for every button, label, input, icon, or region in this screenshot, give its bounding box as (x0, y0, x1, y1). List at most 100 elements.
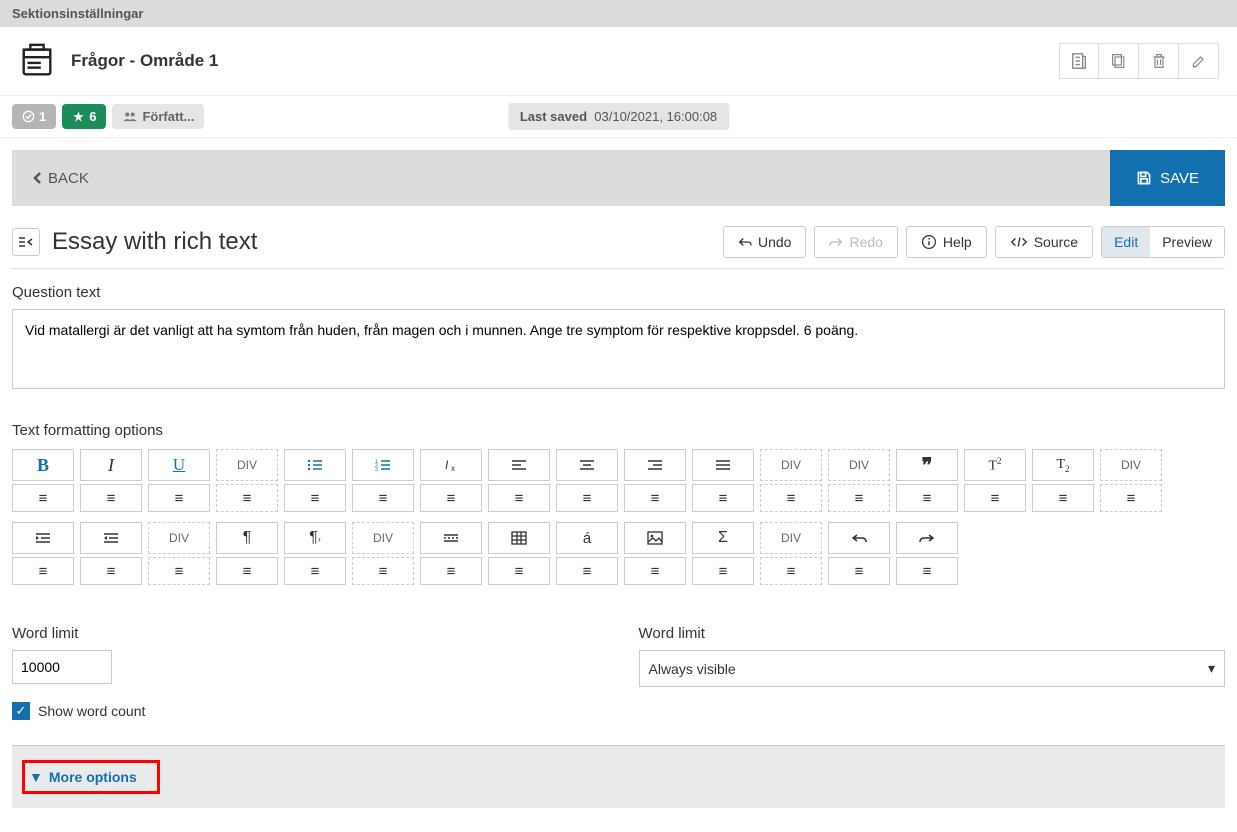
history-button[interactable] (1059, 43, 1099, 79)
accent-drag[interactable] (556, 557, 618, 585)
redo2-drag[interactable] (896, 557, 958, 585)
help-button[interactable]: Help (906, 226, 987, 258)
div-drag-3[interactable] (828, 484, 890, 512)
quote-drag[interactable] (896, 484, 958, 512)
div-button-5[interactable]: DIV (148, 522, 210, 554)
undo2-drag[interactable] (828, 557, 890, 585)
clear-drag[interactable] (420, 484, 482, 512)
align-center-button[interactable] (556, 449, 618, 481)
italic-drag[interactable] (80, 484, 142, 512)
align-justify-button[interactable] (692, 449, 754, 481)
title-row: Frågor - Område 1 (0, 27, 1237, 96)
ltr-button[interactable]: ¶ (216, 522, 278, 554)
preview-tab[interactable]: Preview (1150, 227, 1224, 257)
div-button-3[interactable]: DIV (828, 449, 890, 481)
chevron-down-icon: ▾ (1208, 660, 1215, 677)
edit-button[interactable] (1179, 43, 1219, 79)
page-drag[interactable] (420, 557, 482, 585)
collapse-button[interactable] (12, 228, 40, 256)
outdent-drag[interactable] (80, 557, 142, 585)
pagebreak-button[interactable] (420, 522, 482, 554)
info-icon (921, 234, 937, 250)
back-save-bar: BACK SAVE (12, 150, 1225, 206)
rtl-drag[interactable] (284, 557, 346, 585)
subscript-button[interactable]: T2 (1032, 449, 1094, 481)
number-drag[interactable] (352, 484, 414, 512)
table-drag[interactable] (488, 557, 550, 585)
undo-format-button[interactable] (828, 522, 890, 554)
page-title: Frågor - Område 1 (71, 51, 218, 71)
format-row-2: DIV ¶ ¶› DIV á Σ DIV (12, 522, 1225, 585)
svg-text:3: 3 (375, 467, 378, 472)
italic-button[interactable]: I (80, 449, 142, 481)
undo-icon (738, 236, 752, 248)
div-drag-1[interactable] (216, 484, 278, 512)
bold-button[interactable]: B (12, 449, 74, 481)
accent-button[interactable]: á (556, 522, 618, 554)
source-button[interactable]: Source (995, 226, 1093, 258)
sigma-button[interactable]: Σ (692, 522, 754, 554)
title-left: Frågor - Område 1 (18, 42, 218, 80)
underline-drag[interactable] (148, 484, 210, 512)
number-list-button[interactable]: 123 (352, 449, 414, 481)
author-badge[interactable]: Författ... (112, 104, 204, 129)
caret-down-icon: ▼ (29, 769, 43, 785)
clear-format-button[interactable]: Ix (420, 449, 482, 481)
indent-drag[interactable] (12, 557, 74, 585)
ltr-drag[interactable] (216, 557, 278, 585)
div-drag-7[interactable] (760, 557, 822, 585)
show-word-count-checkbox[interactable]: ✓ (12, 702, 30, 720)
align-center-drag[interactable] (556, 484, 618, 512)
badges-row: 1 6 Författ... Last saved 03/10/2021, 16… (0, 96, 1237, 138)
bullet-drag[interactable] (284, 484, 346, 512)
superscript-button[interactable]: T2 (964, 449, 1026, 481)
show-word-count-row[interactable]: ✓ Show word count (12, 702, 599, 720)
save-button[interactable]: SAVE (1110, 150, 1225, 206)
div-button-1[interactable]: DIV (216, 449, 278, 481)
check-badge[interactable]: 1 (12, 104, 56, 129)
indent-button[interactable] (12, 522, 74, 554)
sigma-drag[interactable] (692, 557, 754, 585)
edit-tab[interactable]: Edit (1102, 227, 1150, 257)
copy-button[interactable] (1099, 43, 1139, 79)
word-limit-select[interactable]: Always visible ▾ (639, 650, 1226, 687)
chevron-left-icon (32, 171, 42, 185)
check-circle-icon (22, 110, 35, 123)
image-drag[interactable] (624, 557, 686, 585)
edit-preview-toggle: Edit Preview (1101, 226, 1225, 258)
bold-drag[interactable] (12, 484, 74, 512)
div-drag-5[interactable] (148, 557, 210, 585)
quote-button[interactable]: ❞ (896, 449, 958, 481)
div-button-7[interactable]: DIV (760, 522, 822, 554)
align-left-drag[interactable] (488, 484, 550, 512)
more-options-toggle[interactable]: ▼ More options (22, 760, 160, 794)
align-right-drag[interactable] (624, 484, 686, 512)
outdent-button[interactable] (80, 522, 142, 554)
question-text-label: Question text (12, 284, 1225, 301)
justify-drag[interactable] (692, 484, 754, 512)
delete-button[interactable] (1139, 43, 1179, 79)
more-options-label: More options (49, 769, 137, 785)
redo-format-button[interactable] (896, 522, 958, 554)
question-text-input[interactable] (12, 309, 1225, 389)
rtl-button[interactable]: ¶› (284, 522, 346, 554)
super-drag[interactable] (964, 484, 1026, 512)
sub-drag[interactable] (1032, 484, 1094, 512)
bullet-list-button[interactable] (284, 449, 346, 481)
star-badge[interactable]: 6 (62, 104, 106, 129)
div-button-6[interactable]: DIV (352, 522, 414, 554)
word-limit-input[interactable] (12, 650, 112, 684)
undo-button[interactable]: Undo (723, 226, 806, 258)
div-drag-2[interactable] (760, 484, 822, 512)
underline-button[interactable]: U (148, 449, 210, 481)
div-button-2[interactable]: DIV (760, 449, 822, 481)
div-drag-6[interactable] (352, 557, 414, 585)
table-button[interactable] (488, 522, 550, 554)
align-right-button[interactable] (624, 449, 686, 481)
align-left-button[interactable] (488, 449, 550, 481)
div-button-4[interactable]: DIV (1100, 449, 1162, 481)
image-button[interactable] (624, 522, 686, 554)
div-drag-4[interactable] (1100, 484, 1162, 512)
title-actions (1059, 43, 1219, 79)
back-button[interactable]: BACK (12, 150, 109, 206)
